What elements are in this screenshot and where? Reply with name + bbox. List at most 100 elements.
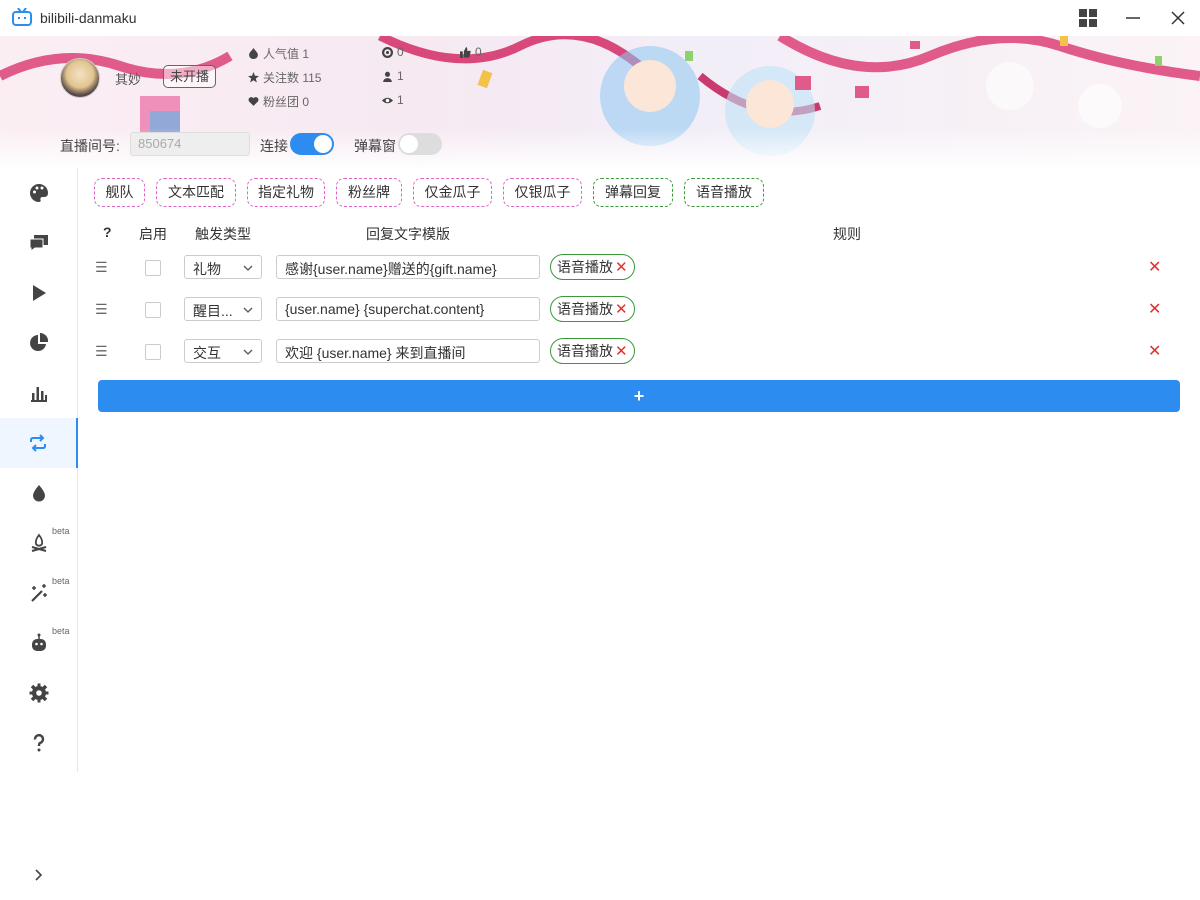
trigger-value: 礼物	[193, 261, 221, 277]
rule-chip-label: 语音播放	[557, 259, 613, 275]
sidebar-item-theme[interactable]	[0, 168, 78, 218]
tag-silver-only[interactable]: 仅银瓜子	[503, 178, 582, 207]
profile-header: 其妙 未开播 人气值 1 关注数 115 粉丝团 0 0 1 1 0 直播间号:…	[0, 36, 1200, 168]
robot-icon	[32, 633, 46, 651]
repeat-icon	[30, 434, 46, 452]
rules-header: 规则	[833, 226, 861, 242]
trigger-select[interactable]: 交互	[184, 339, 262, 363]
stat-b: 1	[382, 69, 404, 83]
beta-badge: beta	[52, 526, 70, 536]
enabled-checkbox[interactable]	[145, 302, 161, 318]
sidebar-item-danmaku[interactable]	[0, 218, 78, 268]
table-row: ☰ 交互 欢迎 {user.name} 来到直播间 语音播放 ✕ ✕	[90, 338, 1180, 365]
delete-row-icon[interactable]: ✕	[1148, 341, 1161, 361]
followers-stat: 关注数 115	[248, 69, 321, 86]
heart-icon	[248, 97, 259, 106]
gear-icon	[29, 683, 49, 703]
stat-c-text: 1	[397, 93, 404, 107]
likes-text: 0	[475, 45, 482, 59]
drop-icon	[33, 485, 45, 502]
likes-stat: 0	[460, 45, 482, 59]
rule-chip[interactable]: 语音播放 ✕	[550, 296, 635, 322]
stat-a-text: 0	[397, 45, 404, 59]
trigger-value: 醒目...	[193, 303, 233, 319]
danmu-window-toggle-knob	[400, 135, 418, 153]
remove-rule-icon[interactable]: ✕	[615, 300, 628, 318]
avatar[interactable]	[60, 58, 100, 98]
trigger-select[interactable]: 醒目...	[184, 297, 262, 321]
sidebar-item-campfire[interactable]: beta	[0, 518, 78, 568]
delete-row-icon[interactable]: ✕	[1148, 299, 1161, 319]
sidebar-item-robot[interactable]: beta	[0, 618, 78, 668]
bilibili-tv-icon	[12, 8, 32, 26]
drag-handle-icon[interactable]: ☰	[95, 343, 108, 360]
enabled-checkbox[interactable]	[145, 344, 161, 360]
close-window-button[interactable]	[1156, 0, 1200, 36]
drag-handle-icon[interactable]: ☰	[95, 301, 108, 318]
danmu-window-toggle[interactable]	[398, 133, 442, 155]
minimize-button[interactable]	[1111, 0, 1155, 36]
stat-a: 0	[382, 45, 404, 59]
help-icon	[33, 733, 45, 752]
sidebar-item-auto-reply[interactable]	[0, 418, 78, 468]
table-row: ☰ 醒目... {user.name} {superchat.content} …	[90, 296, 1180, 323]
tag-text-match[interactable]: 文本匹配	[156, 178, 236, 207]
connect-toggle[interactable]	[290, 133, 334, 155]
fans-club-text: 粉丝团 0	[263, 95, 310, 109]
sidebar-item-stats-bar[interactable]	[0, 368, 78, 418]
tag-gold-only[interactable]: 仅金瓜子	[413, 178, 492, 207]
username: 其妙	[115, 72, 142, 87]
tag-danmaku-reply[interactable]: 弹幕回复	[593, 178, 673, 207]
template-input[interactable]: {user.name} {superchat.content}	[276, 297, 540, 321]
gear-badge-icon	[382, 46, 393, 58]
template-input[interactable]: 欢迎 {user.name} 来到直播间	[276, 339, 540, 363]
windows-logo-button[interactable]	[1066, 0, 1110, 36]
tag-specific-gift[interactable]: 指定礼物	[247, 178, 325, 207]
tag-voice-play[interactable]: 语音播放	[684, 178, 764, 207]
sidebar-item-stats-pie[interactable]	[0, 318, 78, 368]
beta-badge: beta	[52, 576, 70, 586]
template-header: 回复文字模版	[366, 226, 450, 242]
sidebar-item-settings[interactable]	[0, 668, 78, 718]
remove-rule-icon[interactable]: ✕	[615, 258, 628, 276]
minimize-icon	[1126, 17, 1140, 19]
chevron-right-icon[interactable]	[30, 866, 48, 884]
stat-b-text: 1	[397, 69, 404, 83]
tag-fleet[interactable]: 舰队	[94, 178, 145, 207]
help-header[interactable]: ?	[103, 224, 112, 240]
magic-wand-icon	[31, 584, 47, 602]
popularity-stat: 人气值 1	[248, 45, 309, 62]
fans-club-stat: 粉丝团 0	[248, 93, 309, 110]
rule-chip-label: 语音播放	[557, 343, 613, 359]
rule-chip[interactable]: 语音播放 ✕	[550, 338, 635, 364]
sidebar-item-magic[interactable]: beta	[0, 568, 78, 618]
chevron-down-icon	[243, 307, 253, 313]
followers-text: 关注数 115	[263, 71, 322, 85]
template-input[interactable]: 感谢{user.name}赠送的{gift.name}	[276, 255, 540, 279]
live-status-badge: 未开播	[163, 65, 217, 88]
sidebar-item-drop[interactable]	[0, 468, 78, 518]
trigger-select[interactable]: 礼物	[184, 255, 262, 279]
remove-rule-icon[interactable]: ✕	[615, 342, 628, 360]
rule-chip[interactable]: 语音播放 ✕	[550, 254, 635, 280]
danmu-window-label: 弹幕窗	[354, 138, 396, 154]
connect-label: 连接	[260, 138, 288, 154]
add-rule-button[interactable]: +	[98, 380, 1180, 412]
thumbs-up-icon	[460, 46, 471, 58]
sidebar-item-help[interactable]	[0, 718, 78, 768]
enabled-checkbox[interactable]	[145, 260, 161, 276]
delete-row-icon[interactable]: ✕	[1148, 257, 1161, 277]
palette-icon	[30, 183, 49, 202]
user-icon	[383, 71, 392, 82]
drag-handle-icon[interactable]: ☰	[95, 259, 108, 276]
tag-fan-medal[interactable]: 粉丝牌	[336, 178, 402, 207]
sidebar-item-play[interactable]	[0, 268, 78, 318]
enabled-header: 启用	[139, 226, 167, 242]
beta-badge: beta	[52, 626, 70, 636]
connect-toggle-knob	[314, 135, 332, 153]
rule-chip-label: 语音播放	[557, 301, 613, 317]
close-icon	[1171, 11, 1185, 25]
star-icon	[248, 72, 259, 83]
windows-logo-icon	[1079, 9, 1097, 27]
room-id-input[interactable]: 850674	[130, 132, 250, 156]
